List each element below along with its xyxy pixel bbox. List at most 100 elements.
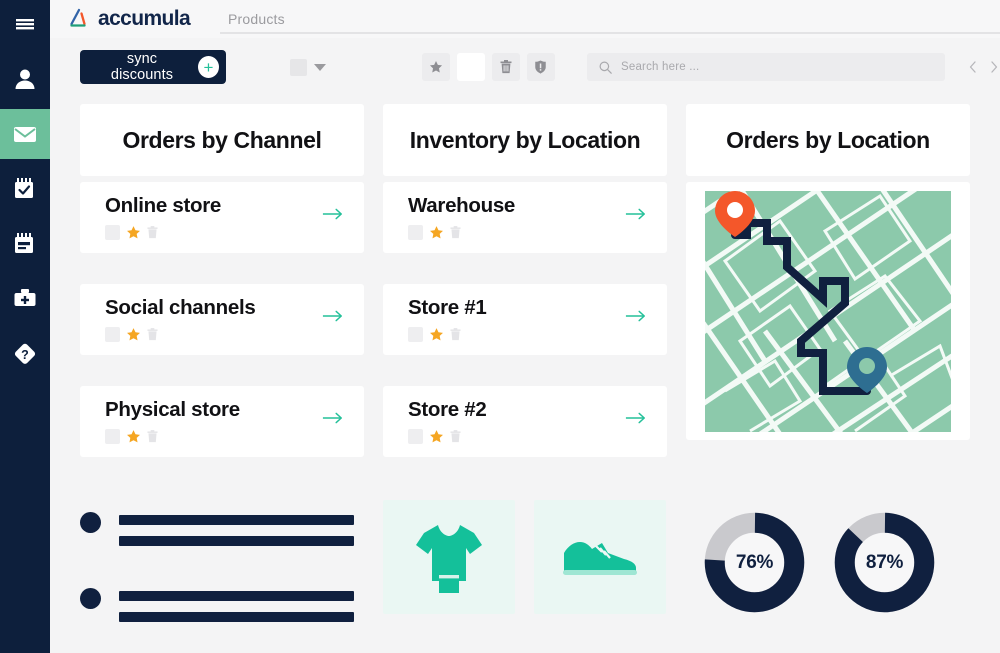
square-icon[interactable] (105, 225, 120, 240)
trash-icon[interactable] (450, 430, 461, 443)
arrow-right-icon[interactable] (322, 309, 344, 323)
svg-text:?: ? (21, 348, 29, 362)
brand: accumula (50, 7, 220, 31)
envelope-icon (14, 127, 36, 142)
row-icons (408, 429, 645, 444)
arrow-right-icon[interactable] (625, 411, 647, 425)
row-label: Store #1 (408, 296, 487, 319)
list-item[interactable] (80, 511, 364, 557)
square-icon[interactable] (105, 327, 120, 342)
route-map[interactable] (686, 182, 970, 440)
square-icon[interactable] (105, 429, 120, 444)
table-row[interactable]: Store #1 (383, 284, 667, 355)
tshirt-icon (416, 525, 482, 593)
arrow-right-icon[interactable] (625, 309, 647, 323)
column-title: Inventory by Location (409, 126, 641, 153)
sidebar-item-help[interactable]: ? (0, 329, 50, 379)
chevron-right-icon[interactable] (988, 61, 1000, 73)
row-label: Social channels (105, 296, 256, 319)
table-row[interactable]: Online store (80, 182, 364, 253)
main-area: accumula Products sync discounts + Searc… (50, 0, 1000, 653)
row-icons (105, 225, 342, 240)
chevron-down-icon (313, 63, 326, 71)
column-header: Inventory by Location (383, 104, 667, 176)
sidebar-item-notes[interactable] (0, 219, 50, 269)
column-header: Orders by Channel (80, 104, 364, 176)
trash-icon[interactable] (450, 328, 461, 341)
brand-name: accumula (98, 7, 191, 30)
sidebar: ? (0, 0, 50, 653)
donut-label: 76% (735, 551, 774, 573)
sidebar-item-cases[interactable] (0, 274, 50, 324)
table-row[interactable]: Physical store (80, 386, 364, 457)
column-orders-by-location: Orders by Location (686, 104, 970, 457)
search-placeholder: Search here ... (620, 61, 700, 73)
star-icon[interactable] (126, 429, 141, 444)
row-label: Online store (105, 194, 222, 217)
alert-button[interactable] (526, 53, 555, 81)
trash-icon[interactable] (147, 328, 158, 341)
favorite-button[interactable] (421, 53, 450, 81)
icon-button-group (421, 53, 555, 81)
row-icons (105, 429, 342, 444)
arrow-right-icon[interactable] (625, 207, 647, 221)
product-tiles (383, 500, 667, 653)
trash-icon (500, 60, 512, 74)
bullet-dot (80, 512, 101, 533)
calendar-check-icon (15, 178, 33, 198)
square-icon[interactable] (408, 429, 423, 444)
arrow-right-icon[interactable] (322, 411, 344, 425)
trash-icon[interactable] (147, 226, 158, 239)
user-icon (15, 69, 35, 89)
star-icon[interactable] (429, 429, 444, 444)
blank-button[interactable] (456, 53, 485, 81)
search-input[interactable]: Search here ... (586, 53, 945, 81)
map-graphic (705, 190, 951, 432)
square-icon[interactable] (408, 225, 423, 240)
trash-icon[interactable] (147, 430, 158, 443)
trash-icon[interactable] (450, 226, 461, 239)
star-icon[interactable] (126, 225, 141, 240)
star-icon[interactable] (429, 225, 444, 240)
donut-left: 76% (702, 510, 807, 615)
sidebar-item-menu[interactable] (0, 4, 50, 44)
row-label: Physical store (105, 398, 240, 421)
donut-right: 87% (832, 510, 937, 615)
tab-products[interactable]: Products (220, 11, 285, 27)
table-row[interactable]: Store #2 (383, 386, 667, 457)
column-header: Orders by Location (686, 104, 970, 176)
tab-underline (220, 32, 1000, 34)
square-icon[interactable] (408, 327, 423, 342)
list-item[interactable] (80, 587, 364, 633)
sneaker-icon (563, 542, 637, 575)
chevron-left-icon[interactable] (967, 61, 979, 73)
column-orders-by-channel: Orders by Channel Online store Social ch… (80, 104, 364, 457)
placeholder-bar (119, 591, 354, 601)
placeholder-bar (119, 536, 354, 546)
delete-button[interactable] (491, 53, 520, 81)
column-title: Orders by Channel (122, 126, 322, 153)
briefcase-medical-icon (14, 289, 36, 306)
tshirt-tile[interactable] (383, 500, 515, 614)
question-mark-icon: ? (14, 343, 36, 364)
row-icons (408, 225, 645, 240)
star-icon[interactable] (429, 327, 444, 342)
row-label: Store #2 (408, 398, 487, 421)
tab-strip: Products (220, 0, 1000, 38)
table-row[interactable]: Social channels (80, 284, 364, 355)
sidebar-item-profile[interactable] (0, 54, 50, 104)
arrow-right-icon[interactable] (322, 207, 344, 221)
placeholder-bar (119, 515, 354, 525)
column-inventory-by-location: Inventory by Location Warehouse Store #1… (383, 104, 667, 457)
sync-discounts-button[interactable]: sync discounts + (80, 50, 226, 84)
sidebar-item-messages[interactable] (0, 109, 50, 159)
toolbar: sync discounts + Search here ... (50, 38, 1000, 96)
row-icons (105, 327, 342, 342)
sneaker-tile[interactable] (534, 500, 666, 614)
filter-dropdown[interactable] (289, 58, 326, 76)
plus-icon: + (198, 56, 219, 78)
table-row[interactable]: Warehouse (383, 182, 667, 253)
top-bar: accumula Products (50, 0, 1000, 38)
star-icon[interactable] (126, 327, 141, 342)
sidebar-item-tasks[interactable] (0, 164, 50, 214)
